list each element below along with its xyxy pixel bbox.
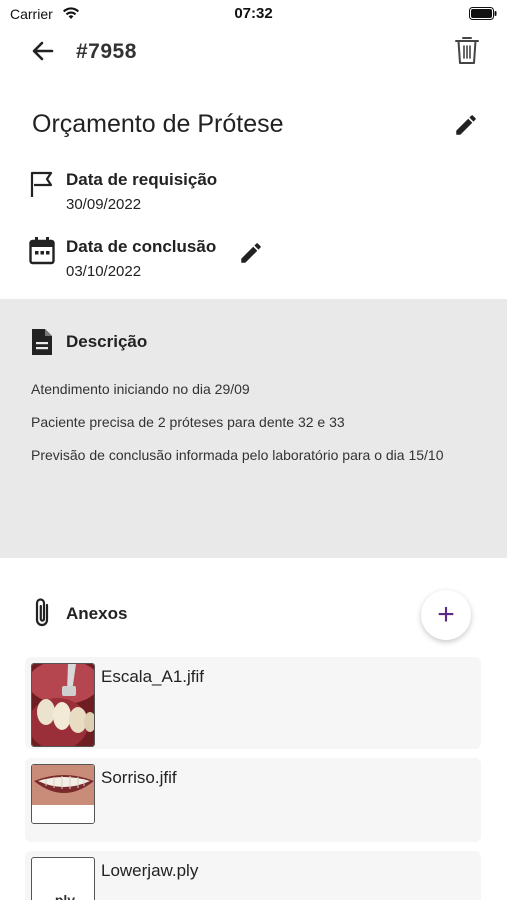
add-attachment-button[interactable]: +: [421, 590, 471, 640]
delete-button[interactable]: [451, 35, 483, 69]
back-button[interactable]: [28, 38, 58, 68]
document-icon: [30, 327, 54, 357]
order-id: #7958: [76, 40, 137, 63]
attachments-label: Anexos: [66, 604, 128, 623]
request-date-row: Data de requisição 30/09/2022: [28, 170, 328, 218]
attachments-header: Anexos: [30, 596, 470, 636]
attachment-item[interactable]: .ply Lowerjaw.ply: [25, 851, 481, 900]
plus-icon: +: [437, 598, 455, 631]
completion-date-value: 03/10/2022: [66, 263, 142, 280]
arrow-back-icon: [32, 41, 54, 66]
attachment-name: Sorriso.jfif: [101, 768, 177, 787]
calendar-icon: [28, 237, 56, 265]
completion-date-row: Data de conclusão 03/10/2022: [28, 237, 328, 285]
smile-photo-thumbnail: [31, 764, 95, 824]
battery-icon: [469, 7, 497, 25]
attachment-name: Lowerjaw.ply: [101, 861, 199, 880]
flag-icon: [28, 170, 56, 198]
status-bar: Carrier 07:32: [0, 0, 507, 28]
request-date-label: Data de requisição: [66, 170, 218, 189]
edit-title-button[interactable]: [451, 112, 481, 142]
paperclip-icon: [30, 596, 54, 630]
description-line: Atendimento iniciando no dia 29/09: [31, 381, 250, 397]
trash-icon: [455, 35, 479, 70]
description-label: Descrição: [66, 332, 148, 351]
attachment-item[interactable]: Sorriso.jfif: [25, 758, 481, 842]
attachment-name: Escala_A1.jfif: [101, 667, 204, 686]
teeth-shade-photo-thumbnail: [31, 663, 95, 747]
description-line: Paciente precisa de 2 próteses para dent…: [31, 414, 345, 430]
request-date-value: 30/09/2022: [66, 196, 142, 213]
description-text: Atendimento iniciando no dia 29/09 Pacie…: [31, 381, 481, 480]
pencil-icon: [238, 240, 264, 271]
pencil-icon: [453, 112, 479, 143]
description-panel: Descrição Atendimento iniciando no dia 2…: [0, 299, 507, 558]
page-title: Orçamento de Prótese: [32, 110, 284, 138]
clock: 07:32: [234, 5, 273, 22]
file-thumbnail: .ply: [31, 857, 95, 900]
file-extension-label: .ply: [50, 892, 76, 900]
completion-date-label: Data de conclusão: [66, 237, 217, 256]
attachment-item[interactable]: Escala_A1.jfif: [25, 657, 481, 749]
app-bar: #7958: [0, 28, 507, 78]
edit-completion-date-button[interactable]: [236, 240, 266, 270]
description-line: Previsão de conclusão informada pelo lab…: [31, 447, 444, 463]
